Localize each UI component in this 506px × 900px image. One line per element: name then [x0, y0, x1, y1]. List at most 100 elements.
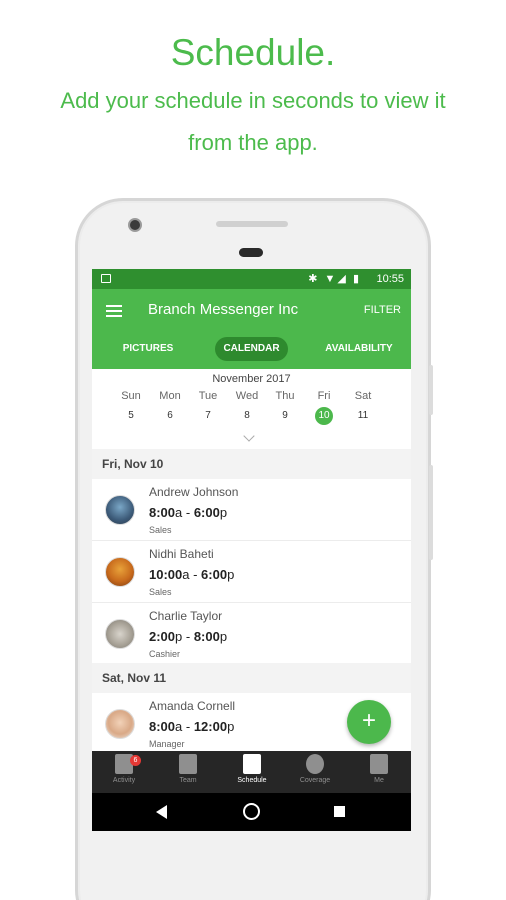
day-number: 9	[282, 410, 288, 421]
time-separator: -	[182, 719, 194, 734]
day-name: Sun	[121, 390, 141, 402]
calendar-day[interactable]: Mon 6	[155, 390, 185, 425]
day-number: 8	[244, 410, 250, 421]
employee-name: Andrew Johnson	[149, 485, 239, 499]
shift-row[interactable]: Charlie Taylor 2:00p - 8:00p Cashier	[92, 603, 411, 665]
app-bar: Branch Messenger Inc FILTER PICTURES CAL…	[92, 289, 411, 369]
expand-calendar-chevron-icon[interactable]	[243, 430, 255, 442]
android-navigation-bar	[92, 793, 411, 831]
calendar-icon	[243, 754, 261, 774]
day-number-selected: 10	[315, 407, 333, 425]
day-number: 7	[205, 410, 211, 421]
calendar-day[interactable]: Thu 9	[270, 390, 300, 425]
calendar-day[interactable]: Wed 8	[232, 390, 262, 425]
shift-row[interactable]: Nidhi Baheti 10:00a - 6:00p Sales	[92, 541, 411, 603]
day-number: 6	[167, 410, 173, 421]
employee-role: Cashier	[149, 649, 181, 659]
front-camera-icon	[128, 218, 142, 232]
shift-time: 10:00a - 6:00p	[149, 567, 234, 582]
day-name: Thu	[275, 390, 295, 402]
day-name: Wed	[235, 390, 259, 402]
shift-start: 8:00	[149, 505, 176, 520]
time-separator: -	[182, 629, 194, 644]
phone-speaker-grille	[216, 221, 288, 227]
app-title: Branch Messenger Inc	[148, 301, 299, 318]
back-triangle-icon[interactable]	[156, 805, 167, 819]
add-shift-button[interactable]: +	[347, 700, 391, 744]
avatar	[105, 495, 135, 525]
nav-activity[interactable]: 6 Activity	[92, 754, 156, 784]
shift-time: 8:00a - 6:00p	[149, 505, 227, 520]
nav-team[interactable]: Team	[156, 754, 220, 784]
shift-end-suffix: p	[219, 629, 228, 644]
employee-name: Amanda Cornell	[149, 699, 236, 713]
shift-start: 2:00	[149, 629, 176, 644]
stopwatch-icon	[306, 754, 324, 774]
employee-name: Charlie Taylor	[149, 609, 223, 623]
nav-me[interactable]: Me	[347, 754, 411, 784]
recent-apps-square-icon[interactable]	[334, 806, 345, 817]
shift-row[interactable]: Andrew Johnson 8:00a - 6:00p Sales	[92, 479, 411, 541]
tab-pictures[interactable]: PICTURES	[116, 337, 180, 361]
tab-availability[interactable]: AVAILABILITY	[318, 337, 400, 361]
day-number: 5	[128, 410, 134, 421]
day-name: Sat	[354, 390, 372, 402]
date-section-header: Fri, Nov 10	[92, 449, 411, 479]
avatar	[105, 619, 135, 649]
avatar	[105, 709, 135, 739]
shift-end-suffix: p	[219, 505, 228, 520]
employee-name: Nidhi Baheti	[149, 547, 214, 561]
notification-badge: 6	[130, 755, 141, 766]
shift-end-suffix: p	[227, 567, 235, 582]
phone-earpiece	[239, 248, 263, 257]
shift-end: 6:00	[201, 567, 228, 582]
hamburger-menu-icon[interactable]	[106, 305, 122, 317]
calendar-day[interactable]: Tue 7	[193, 390, 223, 425]
phone-screen: ✱ ▼◢ ▮ 10:55 Branch Messenger Inc FILTER…	[92, 269, 411, 831]
calendar-month-label: November 2017	[212, 373, 291, 385]
tab-calendar[interactable]: CALENDAR	[215, 337, 288, 361]
chat-icon	[179, 754, 197, 774]
shift-end: 6:00	[193, 505, 220, 520]
calendar-week-row: Sun 5 Mon 6 Tue 7 Wed 8 Thu 9 Fri 10 Sat…	[116, 390, 406, 430]
calendar-day[interactable]: Sun 5	[116, 390, 146, 425]
shift-end-suffix: p	[227, 719, 235, 734]
date-section-header: Sat, Nov 11	[92, 663, 411, 693]
shift-end: 8:00	[193, 629, 220, 644]
phone-power-button	[429, 365, 433, 415]
shift-time: 8:00a - 12:00p	[149, 719, 234, 734]
employee-role: Manager	[149, 739, 185, 749]
status-icons: ✱ ▼◢ ▮	[308, 273, 361, 285]
avatar	[105, 557, 135, 587]
promo-subtitle-line-1: Add your schedule in seconds to view it	[60, 88, 446, 113]
promo-title: Schedule.	[170, 32, 336, 73]
filter-button[interactable]: FILTER	[364, 304, 401, 316]
nav-coverage[interactable]: Coverage	[283, 754, 347, 784]
status-bar: ✱ ▼◢ ▮ 10:55	[92, 269, 411, 289]
day-name: Fri	[317, 390, 331, 402]
shift-end: 12:00	[193, 719, 228, 734]
nav-label: Schedule	[237, 777, 267, 784]
shift-start: 10:00	[149, 567, 183, 582]
phone-volume-button	[429, 465, 433, 560]
nav-label: Team	[179, 777, 197, 784]
nav-label: Coverage	[299, 777, 331, 784]
time-separator: -	[182, 505, 194, 520]
calendar-day-selected[interactable]: Fri 10	[309, 390, 339, 425]
day-name: Mon	[159, 390, 181, 402]
employee-role: Sales	[149, 587, 172, 597]
bottom-navigation: 6 Activity Team Schedule Coverage Me	[92, 751, 411, 793]
contact-card-icon	[370, 754, 388, 774]
nav-schedule[interactable]: Schedule	[220, 754, 284, 784]
shift-start: 8:00	[149, 719, 176, 734]
home-circle-icon[interactable]	[243, 803, 260, 820]
image-notification-icon	[101, 274, 111, 283]
status-time: 10:55	[376, 273, 404, 285]
nav-label: Me	[374, 777, 384, 784]
shift-time: 2:00p - 8:00p	[149, 629, 227, 644]
day-number: 11	[357, 410, 369, 421]
calendar-day[interactable]: Sat 11	[348, 390, 378, 425]
day-name: Tue	[198, 390, 218, 402]
employee-role: Sales	[149, 525, 172, 535]
promo-subtitle-line-2: from the app.	[188, 130, 318, 155]
